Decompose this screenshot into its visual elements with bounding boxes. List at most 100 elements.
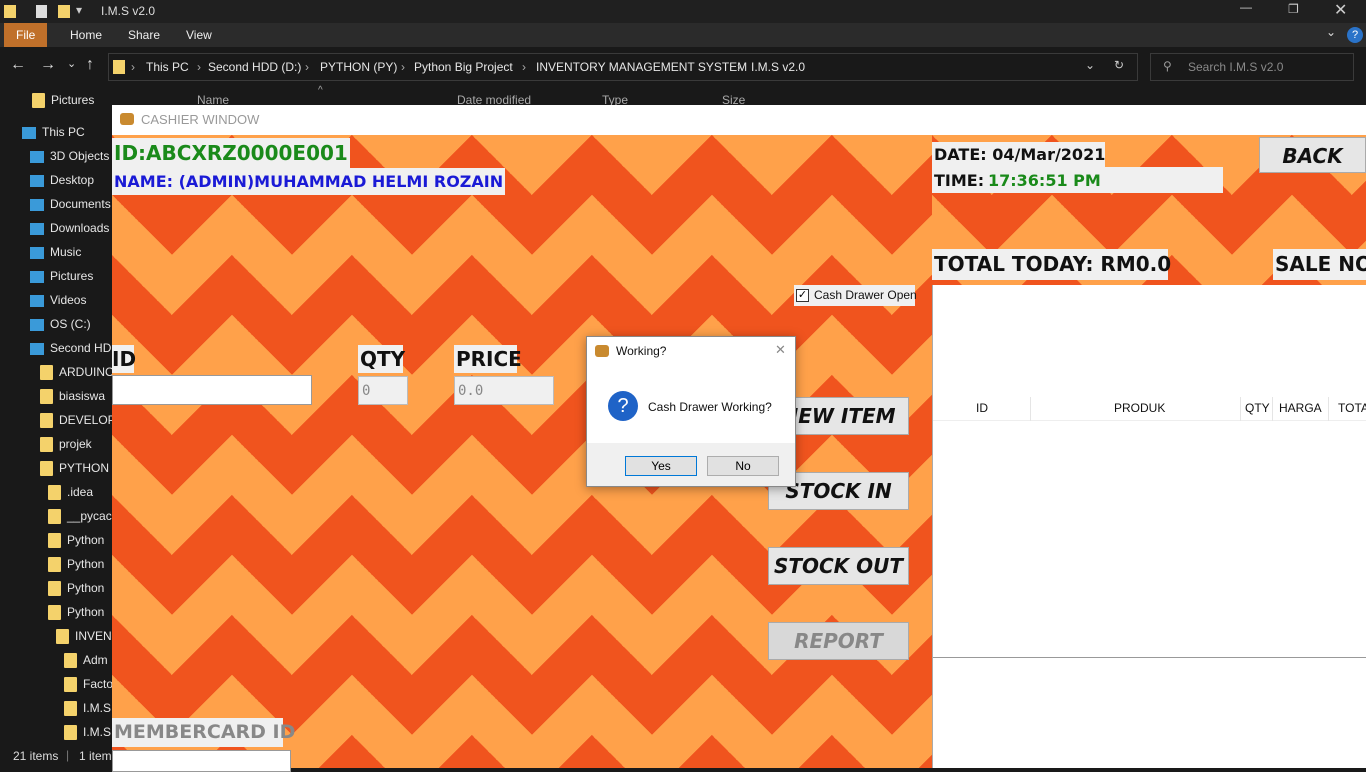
- nav-item-label: PYTHON: [59, 461, 110, 475]
- nav-item-17[interactable]: __pycac: [48, 505, 112, 527]
- forward-arrow-icon[interactable]: →: [40, 56, 56, 74]
- stock-out-button[interactable]: STOCK OUT: [768, 547, 909, 585]
- back-button[interactable]: BACK: [1259, 137, 1366, 173]
- breadcrumb-sep-icon[interactable]: ›: [737, 60, 741, 74]
- cash-drawer-checkbox[interactable]: ✓: [796, 289, 809, 302]
- tab-home[interactable]: Home: [58, 23, 114, 47]
- checklist-icon[interactable]: [36, 5, 47, 18]
- nav-item-label: INVEN: [75, 629, 112, 643]
- nav-item-label: Pictures: [51, 93, 95, 107]
- nav-item-3[interactable]: Desktop: [30, 169, 112, 191]
- column-divider: [1328, 397, 1329, 421]
- tab-view[interactable]: View: [174, 23, 224, 47]
- dialog-close-icon[interactable]: ✕: [775, 342, 786, 358]
- breadcrumb-ims[interactable]: INVENTORY MANAGEMENT SYSTEM: [536, 60, 747, 74]
- download-icon: [30, 222, 44, 235]
- nav-item-13[interactable]: DEVELOP: [40, 409, 112, 431]
- nav-item-14[interactable]: projek: [40, 433, 112, 455]
- address-bar[interactable]: › This PC › Second HDD (D:) › PYTHON (PY…: [108, 53, 1138, 81]
- nav-item-20[interactable]: Python: [48, 577, 112, 599]
- no-button[interactable]: No: [707, 456, 779, 476]
- minimize-icon[interactable]: —: [1240, 0, 1252, 14]
- status-bar: 21 items | 1 item: [0, 745, 112, 768]
- search-icon: ⚲: [1163, 59, 1172, 73]
- report-button[interactable]: REPORT: [768, 622, 909, 660]
- nav-item-21[interactable]: Python: [48, 601, 112, 623]
- nav-item-16[interactable]: .idea: [48, 481, 112, 503]
- breadcrumb-sep-icon[interactable]: ›: [197, 60, 201, 74]
- folder-icon: [64, 677, 77, 693]
- nav-item-22[interactable]: INVEN: [56, 625, 112, 647]
- tab-share[interactable]: Share: [116, 23, 172, 47]
- cash-drawer-label: Cash Drawer Open: [814, 288, 917, 302]
- price-input[interactable]: 0.0: [454, 376, 554, 405]
- breadcrumb-this-pc[interactable]: This PC: [146, 60, 189, 74]
- nav-item-label: Python: [67, 533, 105, 547]
- nav-item-15[interactable]: PYTHON: [40, 457, 112, 479]
- nav-item-24[interactable]: Facto: [64, 673, 112, 695]
- help-icon[interactable]: ?: [1347, 27, 1363, 43]
- col-id[interactable]: ID: [976, 401, 988, 415]
- nav-item-9[interactable]: OS (C:): [30, 313, 112, 335]
- nav-item-10[interactable]: Second HDD: [30, 337, 112, 359]
- breadcrumb-ims-v2[interactable]: I.M.S v2.0: [751, 60, 805, 74]
- nav-item-label: Desktop: [50, 173, 95, 187]
- nav-item-0[interactable]: Pictures: [32, 89, 112, 111]
- address-dropdown-icon[interactable]: ⌄: [1085, 58, 1095, 72]
- recent-locations-icon[interactable]: ⌄: [67, 57, 76, 70]
- breadcrumb-sep-icon[interactable]: ›: [305, 60, 309, 74]
- nav-item-label: Second HDD: [50, 341, 112, 355]
- nav-item-18[interactable]: Python: [48, 529, 112, 551]
- col-total[interactable]: TOTA: [1338, 401, 1366, 415]
- folder-icon: [48, 581, 61, 597]
- yes-button[interactable]: Yes: [625, 456, 697, 476]
- nav-item-1[interactable]: This PC: [22, 121, 112, 143]
- nav-item-label: Documents: [50, 197, 111, 211]
- breadcrumb-sep-icon[interactable]: ›: [131, 60, 135, 74]
- nav-item-7[interactable]: Pictures: [30, 265, 112, 287]
- nav-item-6[interactable]: Music: [30, 241, 112, 263]
- nav-item-2[interactable]: 3D Objects: [30, 145, 112, 167]
- nav-item-25[interactable]: I.M.S: [64, 697, 112, 719]
- up-arrow-icon[interactable]: ↑: [86, 56, 94, 74]
- close-icon[interactable]: ✕: [1334, 0, 1347, 20]
- app-icon: [595, 345, 609, 357]
- nav-item-23[interactable]: Adm: [64, 649, 112, 671]
- breadcrumb-python-big-project[interactable]: Python Big Project: [414, 60, 513, 74]
- col-produk[interactable]: PRODUK: [1114, 401, 1165, 415]
- quick-access-dropdown-icon[interactable]: ▾: [76, 3, 82, 17]
- col-qty[interactable]: QTY: [1245, 401, 1270, 415]
- nav-item-8[interactable]: Videos: [30, 289, 112, 311]
- date-label: DATE: 04/Mar/2021: [932, 142, 1105, 168]
- nav-item-11[interactable]: ARDUINO: [40, 361, 112, 383]
- status-item-count: 21 items: [13, 749, 59, 763]
- dialog-title: Working?: [616, 344, 667, 358]
- breadcrumb-sep-icon[interactable]: ›: [522, 60, 526, 74]
- membercard-input[interactable]: [112, 750, 291, 772]
- id-input[interactable]: [112, 375, 312, 405]
- nav-item-26[interactable]: I.M.S: [64, 721, 112, 743]
- nav-item-5[interactable]: Downloads: [30, 217, 112, 239]
- folder-icon[interactable]: [58, 5, 70, 18]
- folder-icon: [48, 605, 61, 621]
- refresh-icon[interactable]: ↻: [1114, 58, 1124, 72]
- nav-item-label: Python: [67, 605, 105, 619]
- restore-icon[interactable]: ❐: [1288, 2, 1299, 16]
- sales-table[interactable]: ID PRODUK QTY HARGA TOTA: [932, 285, 1366, 658]
- breadcrumb-python[interactable]: PYTHON (PY): [320, 60, 397, 74]
- back-arrow-icon[interactable]: ←: [10, 56, 26, 74]
- time-row: TIME: 17:36:51 PM: [932, 167, 1223, 193]
- status-divider: |: [66, 748, 70, 762]
- expand-ribbon-icon[interactable]: ⌄: [1326, 25, 1336, 39]
- table-bottom-border: [932, 657, 1366, 658]
- col-harga[interactable]: HARGA: [1279, 401, 1322, 415]
- cash-drawer-checkbox-row[interactable]: ✓ Cash Drawer Open: [794, 285, 917, 306]
- breadcrumb-sep-icon[interactable]: ›: [401, 60, 405, 74]
- nav-item-12[interactable]: biasiswa: [40, 385, 112, 407]
- nav-item-19[interactable]: Python: [48, 553, 112, 575]
- breadcrumb-second-hdd[interactable]: Second HDD (D:): [208, 60, 301, 74]
- search-box[interactable]: ⚲ Search I.M.S v2.0: [1150, 53, 1354, 81]
- tab-file[interactable]: File: [4, 23, 48, 47]
- nav-item-4[interactable]: Documents: [30, 193, 112, 215]
- qty-input[interactable]: 0: [358, 376, 408, 405]
